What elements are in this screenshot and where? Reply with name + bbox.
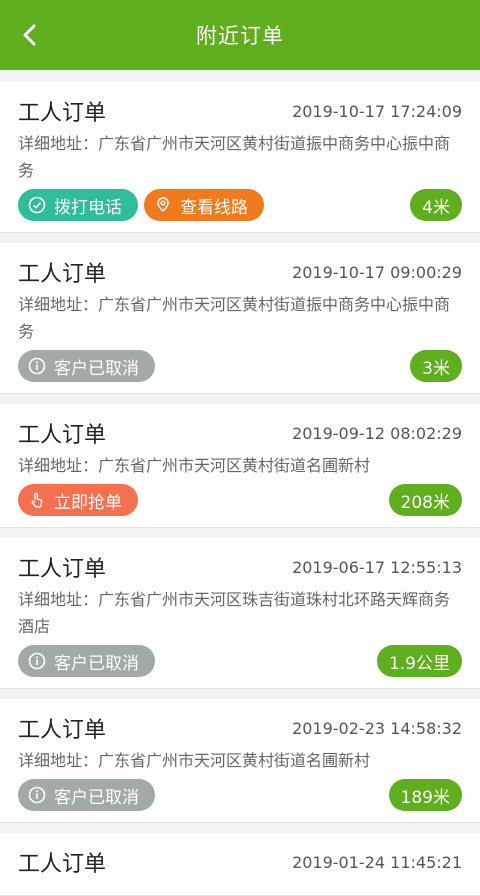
grab-order-button[interactable]: 立即抢单	[18, 484, 138, 516]
order-address: 详细地址：广东省广州市天河区黄村街道振中商务中心振中商务	[18, 134, 451, 180]
call-button[interactable]: 拨打电话	[18, 189, 138, 221]
order-time: 2019-02-23 14:58:32	[292, 718, 462, 738]
view-route-button-label: 查看线路	[180, 197, 248, 218]
order-card[interactable]: 工人订单 2019-06-17 12:55:13 详细地址：广东省广州市天河区珠…	[0, 538, 480, 689]
order-time: 2019-06-17 12:55:13	[292, 557, 462, 577]
cancelled-status-button[interactable]: 客户已取消	[18, 350, 155, 382]
info-circle-icon	[28, 786, 46, 804]
order-title: 工人订单	[18, 557, 107, 582]
distance-badge: 3米	[410, 350, 462, 382]
order-address: 详细地址：广东省广州市天河区黄村街道名圃新村	[18, 456, 371, 475]
chevron-left-icon	[23, 24, 36, 46]
cancelled-status-label: 客户已取消	[54, 358, 139, 379]
check-circle-icon	[28, 196, 46, 214]
app-header: 附近订单	[0, 0, 480, 70]
order-card[interactable]: 工人订单 2019-09-12 08:02:29 详细地址：广东省广州市天河区黄…	[0, 404, 480, 528]
call-button-label: 拨打电话	[54, 197, 122, 218]
location-pin-icon	[154, 196, 172, 214]
cancelled-status-label: 客户已取消	[54, 653, 139, 674]
cancelled-status-button[interactable]: 客户已取消	[18, 645, 155, 677]
order-address: 详细地址：广东省广州市天河区黄村街道振中商务中心振中商务	[18, 295, 451, 341]
distance-badge: 4米	[410, 189, 462, 221]
order-address: 详细地址：广东省广州市天河区珠吉街道珠村北环路天辉商务酒店	[18, 590, 451, 636]
order-card[interactable]: 工人订单 2019-10-17 17:24:09 详细地址：广东省广州市天河区黄…	[0, 82, 480, 233]
order-card[interactable]: 工人订单 2019-02-23 14:58:32 详细地址：广东省广州市天河区黄…	[0, 699, 480, 823]
order-list: 工人订单 2019-10-17 17:24:09 详细地址：广东省广州市天河区黄…	[0, 82, 480, 896]
order-address: 详细地址：广东省广州市天河区黄村街道名圃新村	[18, 751, 371, 770]
distance-badge: 1.9公里	[376, 645, 462, 677]
cancelled-status-label: 客户已取消	[54, 787, 139, 808]
order-time: 2019-10-17 17:24:09	[292, 101, 462, 121]
distance-badge: 189米	[388, 779, 462, 811]
distance-badge: 208米	[388, 484, 462, 516]
back-button[interactable]	[16, 21, 44, 49]
order-title: 工人订单	[18, 262, 107, 287]
order-time: 2019-01-24 11:45:21	[292, 852, 462, 872]
order-title: 工人订单	[18, 101, 107, 126]
hand-tap-icon	[28, 491, 46, 509]
order-title: 工人订单	[18, 423, 107, 448]
info-circle-icon	[28, 652, 46, 670]
order-card[interactable]: 工人订单 2019-01-24 11:45:21	[0, 833, 480, 896]
order-title: 工人订单	[18, 718, 107, 743]
order-time: 2019-09-12 08:02:29	[292, 423, 462, 443]
order-card[interactable]: 工人订单 2019-10-17 09:00:29 详细地址：广东省广州市天河区黄…	[0, 243, 480, 394]
info-circle-icon	[28, 357, 46, 375]
grab-order-label: 立即抢单	[54, 492, 122, 513]
page-title: 附近订单	[196, 24, 284, 48]
cancelled-status-button[interactable]: 客户已取消	[18, 779, 155, 811]
view-route-button[interactable]: 查看线路	[144, 189, 264, 221]
order-time: 2019-10-17 09:00:29	[292, 262, 462, 282]
order-title: 工人订单	[18, 852, 107, 877]
